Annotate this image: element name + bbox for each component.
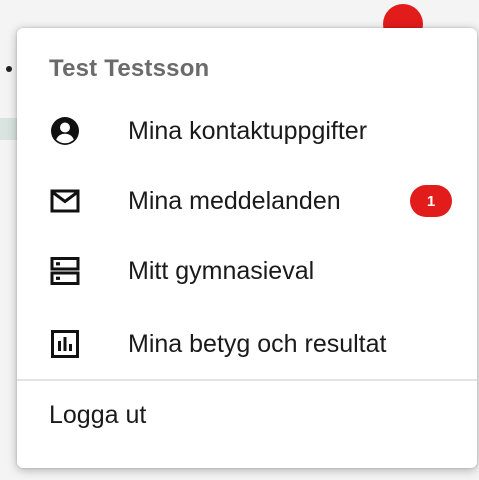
menu-item-label: Mina kontaktuppgifter bbox=[128, 116, 368, 145]
menu-divider bbox=[17, 379, 477, 381]
menu-item-label: Mitt gymnasieval bbox=[128, 256, 315, 285]
bar-chart-icon bbox=[50, 329, 80, 359]
menu-item-upper-secondary-choice[interactable]: Mitt gymnasieval bbox=[17, 241, 477, 301]
user-name: Test Testsson bbox=[49, 55, 210, 82]
logout-button[interactable]: Logga ut bbox=[49, 401, 146, 430]
menu-item-messages[interactable]: Mina meddelanden 1 bbox=[17, 171, 477, 231]
user-dropdown-menu: Test Testsson Mina kontaktuppgifter Mina… bbox=[17, 28, 477, 468]
unread-count-badge: 1 bbox=[410, 185, 452, 217]
account-circle-icon bbox=[50, 116, 80, 146]
menu-item-grades-results[interactable]: Mina betyg och resultat bbox=[17, 314, 477, 374]
menu-item-label: Mina meddelanden bbox=[128, 186, 341, 215]
backdrop-dot bbox=[6, 66, 12, 72]
menu-item-contact-details[interactable]: Mina kontaktuppgifter bbox=[17, 101, 477, 161]
storage-icon bbox=[50, 256, 80, 286]
mail-icon bbox=[50, 186, 80, 216]
menu-item-label: Mina betyg och resultat bbox=[128, 329, 387, 358]
